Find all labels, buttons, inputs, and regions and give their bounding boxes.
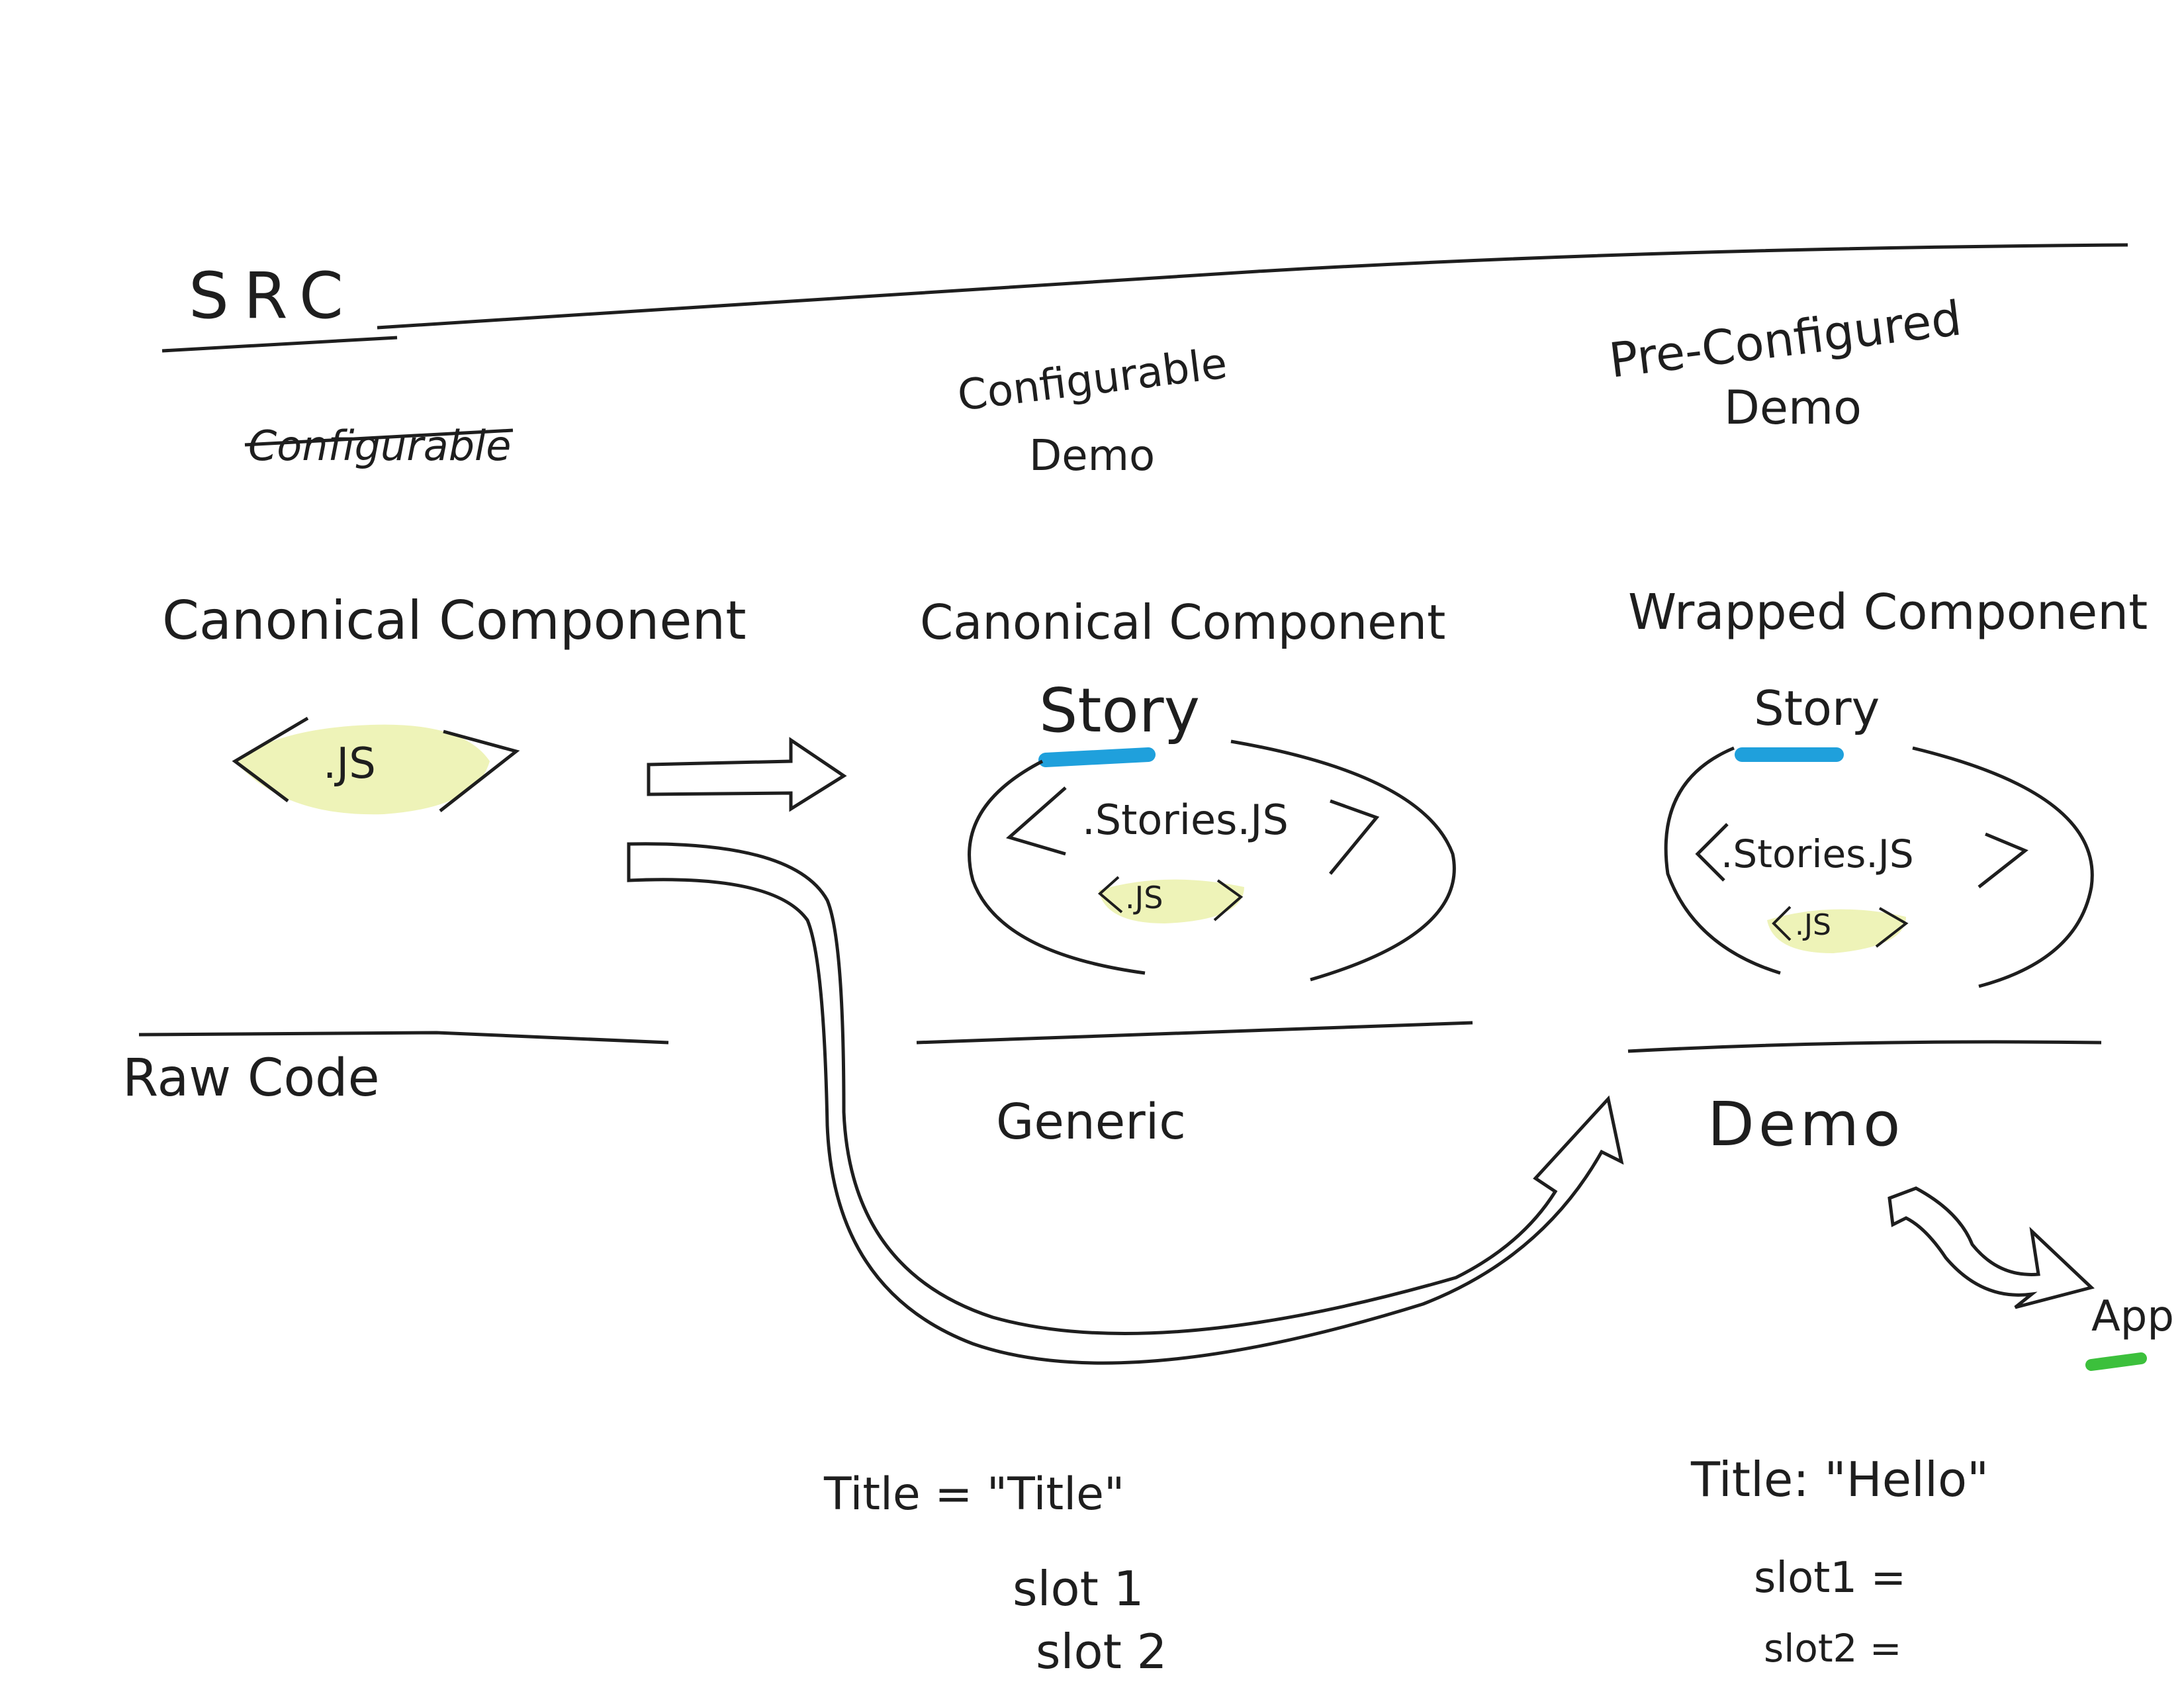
- stories-file-label-right: .Stories.JS: [1721, 831, 1914, 876]
- canonical-component-label-middle: Canonical Component: [920, 594, 1445, 650]
- app-underline: [2085, 1352, 2147, 1371]
- story-underline-middle: [1038, 747, 1156, 767]
- wrapped-component-label: Wrapped Component: [1628, 584, 2148, 641]
- generic-title-prop: Title = "Title": [823, 1468, 1124, 1521]
- demo-divider: [1627, 1040, 2102, 1053]
- stories-bracket-open-middle: [1005, 786, 1067, 856]
- generic-divider: [916, 1021, 1473, 1045]
- story-label-middle: Story: [1039, 675, 1200, 746]
- inner-js-highlight-middle: [1099, 879, 1244, 923]
- inner-js-highlight-right: [1767, 909, 1906, 953]
- configurable-demo-header-line1: Configurable: [955, 340, 1230, 421]
- demo-slot1-prop: slot1 =: [1754, 1554, 1906, 1603]
- inner-js-label-right: .JS: [1795, 908, 1831, 942]
- configurable-demo-header-line2: Demo: [1029, 432, 1155, 481]
- canonical-component-label-left: Canonical Component: [162, 590, 747, 651]
- js-file-label-left: .JS: [323, 739, 376, 788]
- story-label-right: Story: [1754, 680, 1880, 736]
- generic-slot2-prop: slot 2: [1036, 1624, 1167, 1679]
- demo-title-prop: Title: "Hello": [1690, 1452, 1989, 1507]
- stories-file-label-middle: .Stories.JS: [1082, 796, 1289, 844]
- diagram-canvas: SRC Configurable Configurable Demo Pre-C…: [122, 243, 2174, 1679]
- stories-bracket-close-right: [1978, 832, 2028, 888]
- preconfigured-demo-header-line2: Demo: [1724, 381, 1862, 435]
- generic-label: Generic: [996, 1094, 1186, 1150]
- raw-code-divider: [138, 1031, 669, 1045]
- inner-js-label-middle: .JS: [1125, 880, 1163, 915]
- stories-bracket-close-middle: [1329, 799, 1380, 875]
- src-underline: [161, 336, 398, 353]
- src-label: SRC: [189, 259, 358, 333]
- app-label: App: [2091, 1292, 2174, 1341]
- straight-arrow: [647, 737, 847, 812]
- demo-slot2-prop: slot2 =: [1764, 1626, 1902, 1671]
- generic-slot1-prop: slot 1: [1013, 1561, 1144, 1617]
- struck-configurable-label: Configurable: [248, 422, 511, 470]
- app-arrow: [1888, 1186, 2095, 1309]
- raw-code-label: Raw Code: [122, 1049, 380, 1108]
- demo-label: Demo: [1707, 1089, 1904, 1160]
- preconfigured-demo-header-line1: Pre-Configured: [1606, 290, 1964, 389]
